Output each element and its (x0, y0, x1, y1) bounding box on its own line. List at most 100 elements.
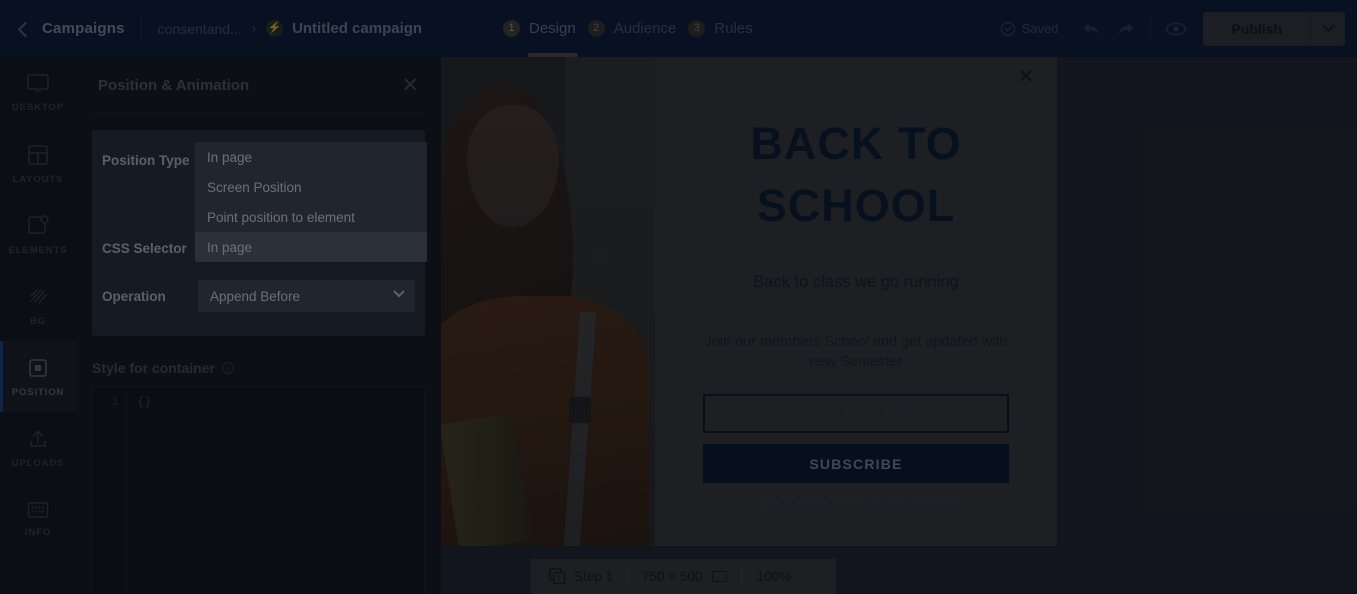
sidebar-item-label: LAYOUTS (12, 173, 64, 185)
upload-arrow-icon (30, 429, 46, 447)
undo-arrow-icon[interactable] (1074, 12, 1108, 46)
step-number: 2 (587, 20, 605, 37)
sidebar-item-label: BG (29, 315, 47, 327)
campaign-title[interactable]: Untitled campaign (292, 20, 422, 37)
sidebar-item-label: INFO (24, 526, 52, 538)
layouts-grid-icon (28, 144, 48, 165)
step-label: Rules (714, 20, 753, 37)
svg-text:2: 2 (557, 576, 561, 583)
panel-title: Position & Animation (98, 76, 250, 94)
info-icon[interactable]: i (221, 362, 234, 374)
app-root: Campaigns consentand... › ⚡ Untitled cam… (0, 0, 1357, 594)
panel-header: Position & Animation ✕ (76, 57, 441, 113)
operation-select[interactable]: Append Before (198, 280, 415, 312)
step-label: Design (529, 20, 576, 37)
sidebar-item-label: DESKTOP (11, 101, 65, 113)
style-code-editor[interactable]: 1 {} (92, 386, 425, 594)
popup-heading-line1: BACK TO (750, 118, 962, 169)
rectangle-icon[interactable] (712, 571, 728, 582)
check-circle-icon (1000, 21, 1015, 36)
email-field[interactable]: Email address (703, 394, 1009, 433)
operation-control: Append Before (198, 280, 415, 312)
position-animation-panel: Position & Animation ✕ Position Type CSS… (76, 57, 441, 594)
sidebar-item-label: UPLOADS (11, 457, 65, 469)
bolt-icon: ⚡ (266, 20, 284, 37)
dropdown-option-screen-position[interactable]: Screen Position (195, 172, 427, 202)
step-nav: 1 Design 2 Audience 3 Rules (503, 0, 765, 57)
monitor-icon (27, 73, 49, 92)
style-for-container-label: Style for container (92, 360, 215, 376)
canvas-bottom-toolbar: 2 Step 1 750 × 500 100% (531, 559, 836, 594)
code-content[interactable]: {} (127, 387, 151, 594)
chevron-right-icon: › (251, 21, 257, 36)
step-number: 1 (503, 20, 520, 37)
code-gutter: 1 (93, 387, 127, 594)
step-number: 3 (688, 20, 706, 37)
position-type-label: Position Type (102, 153, 190, 168)
left-rail: DESKTOP LAYOUTS ELEMENTS BG POSITION UPL… (0, 57, 76, 594)
css-selector-label: CSS Selector (102, 241, 187, 256)
toolbar-divider (741, 566, 743, 587)
dimensions-label: 750 × 500 (642, 569, 703, 584)
step-label: Audience (613, 20, 677, 37)
operation-row: Operation Append Before (92, 280, 425, 324)
info-keyboard-icon (27, 501, 49, 518)
sidebar-item-layouts[interactable]: LAYOUTS (0, 128, 76, 199)
breadcrumb-site[interactable]: consentand... (158, 21, 242, 37)
style-section-header: Style for container i (92, 360, 441, 376)
toolbar-divider (1150, 16, 1152, 41)
position-type-dropdown[interactable]: In page Screen Position Point position t… (195, 142, 427, 262)
elements-icon (28, 214, 49, 234)
popup-subheading: Back to class we go running (753, 273, 959, 291)
position-form: Position Type CSS Selector Operation App… (92, 130, 427, 336)
sidebar-item-position[interactable]: POSITION (0, 341, 76, 412)
top-bar-actions: Saved Publish (1000, 0, 1345, 57)
layers-copy-icon: 2 (549, 568, 566, 585)
sidebar-item-label: POSITION (11, 386, 65, 398)
toolbar-divider (627, 566, 629, 587)
close-icon[interactable]: ✕ (401, 75, 419, 96)
position-square-icon (29, 358, 47, 377)
close-icon[interactable]: ✕ (1015, 66, 1037, 88)
sidebar-item-uploads[interactable]: UPLOADS (0, 412, 76, 483)
publish-dropdown-button[interactable] (1311, 12, 1345, 46)
sidebar-item-label: ELEMENTS (8, 244, 68, 256)
eye-icon[interactable] (1159, 12, 1193, 46)
popup-heading-line2: SCHOOL (756, 180, 956, 231)
saved-label: Saved (1021, 21, 1059, 36)
sidebar-item-elements[interactable]: ELEMENTS (0, 199, 76, 270)
sidebar-item-bg[interactable]: BG (0, 270, 76, 341)
dropdown-option-in-page-selected[interactable]: In page (195, 232, 427, 262)
tab-rules[interactable]: 3 Rules (688, 0, 753, 57)
zoom-level[interactable]: 100% (756, 569, 791, 584)
popup-heading: BACK TO SCHOOL (703, 113, 1009, 237)
dropdown-option-point-position-to-element[interactable]: Point position to element (195, 202, 427, 232)
publish-group: Publish (1203, 11, 1345, 46)
breadcrumb-divider (140, 15, 142, 42)
redo-arrow-icon[interactable] (1108, 12, 1142, 46)
publish-button[interactable]: Publish (1203, 12, 1310, 46)
canvas-dimensions[interactable]: 750 × 500 (642, 569, 728, 584)
popup-image (441, 57, 655, 546)
operation-label: Operation (102, 289, 166, 304)
canvas-area[interactable]: ✕ BACK TO SCHOOL Back to class we go run… (441, 57, 1357, 594)
sidebar-item-desktop[interactable]: DESKTOP (0, 57, 76, 128)
back-chevron-icon[interactable] (14, 20, 32, 38)
breadcrumb: Campaigns consentand... › ⚡ Untitled cam… (0, 15, 422, 42)
consent-fine-print: I agree to receive updates & other promo… (748, 497, 964, 509)
chevron-down-icon (393, 286, 405, 298)
popup-body-text: Join our members School and get updated … (704, 334, 1008, 370)
status-badge: Saved (1000, 21, 1059, 36)
operation-value: Append Before (210, 288, 301, 304)
popup-content: ✕ BACK TO SCHOOL Back to class we go run… (655, 57, 1057, 546)
dropdown-option-in-page-current[interactable]: In page (195, 142, 427, 172)
campaigns-link[interactable]: Campaigns (42, 20, 125, 37)
step-label: Step 1 (574, 569, 614, 584)
step-selector[interactable]: 2 Step 1 (531, 568, 613, 585)
popup-preview[interactable]: ✕ BACK TO SCHOOL Back to class we go run… (441, 57, 1057, 546)
subscribe-button[interactable]: SUBSCRIBE (703, 444, 1009, 483)
tab-audience[interactable]: 2 Audience (587, 0, 677, 57)
tab-design[interactable]: 1 Design (503, 0, 578, 57)
top-bar: Campaigns consentand... › ⚡ Untitled cam… (0, 0, 1357, 57)
sidebar-item-info[interactable]: INFO (0, 483, 76, 554)
